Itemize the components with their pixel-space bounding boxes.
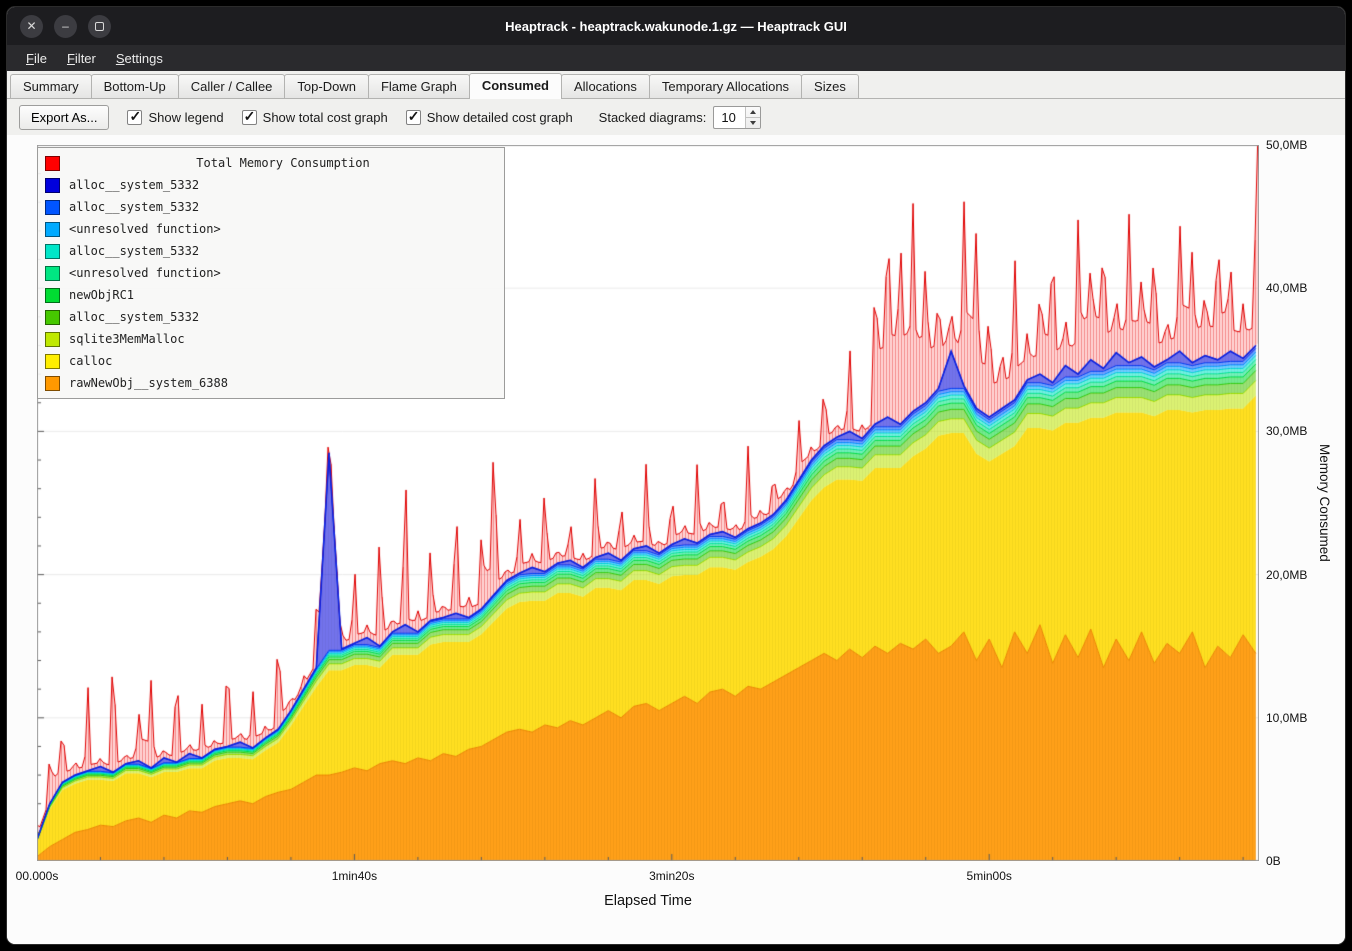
tab-flame-graph[interactable]: Flame Graph: [368, 74, 470, 98]
spinner-down-button[interactable]: [746, 117, 760, 128]
tab-top-down[interactable]: Top-Down: [284, 74, 369, 98]
legend-row: rawNewObj__system_6388: [45, 372, 497, 394]
tab-bar: SummaryBottom-UpCaller / CalleeTop-DownF…: [7, 71, 1345, 99]
y-tick-label: 50,0MB: [1266, 138, 1307, 152]
tab-bottom-up[interactable]: Bottom-Up: [91, 74, 179, 98]
tab-summary[interactable]: Summary: [10, 74, 92, 98]
checkbox-label: Show legend: [148, 110, 223, 125]
legend-label: <unresolved function>: [69, 266, 221, 280]
y-tick-label: 20,0MB: [1266, 568, 1307, 582]
legend-swatch: [45, 310, 60, 325]
y-tick-label: 40,0MB: [1266, 281, 1307, 295]
checkbox-label: Show detailed cost graph: [427, 110, 573, 125]
legend-swatch: [45, 266, 60, 281]
x-tick-label: 3min20s: [649, 869, 694, 883]
checkbox-box[interactable]: [127, 110, 142, 125]
legend-row: calloc: [45, 350, 497, 372]
chart-legend: Total Memory Consumption alloc__system_53…: [37, 147, 505, 399]
checkbox-box[interactable]: [242, 110, 257, 125]
legend-swatch: [45, 156, 60, 171]
legend-swatch: [45, 354, 60, 369]
legend-row: <unresolved function>: [45, 262, 497, 284]
y-tick-label: 10,0MB: [1266, 711, 1307, 725]
legend-swatch: [45, 178, 60, 193]
legend-row: alloc__system_5332: [45, 174, 497, 196]
close-button[interactable]: ✕: [20, 15, 43, 38]
checkbox-show-total-cost-graph[interactable]: Show total cost graph: [242, 110, 388, 125]
y-axis-title: Memory Consumed: [1317, 145, 1332, 861]
menu-file[interactable]: File: [17, 48, 56, 69]
legend-row: alloc__system_5332: [45, 240, 497, 262]
toolbar: Export As... Show legend Show total cost …: [7, 99, 1345, 135]
titlebar[interactable]: ✕– Heaptrack - heaptrack.wakunode.1.gz —…: [7, 7, 1345, 45]
spinner-arrows: [745, 107, 760, 128]
checkbox-group: Show legend Show total cost graph Show det…: [127, 110, 572, 125]
legend-label: sqlite3MemMalloc: [69, 332, 185, 346]
checkbox-show-detailed-cost-graph[interactable]: Show detailed cost graph: [406, 110, 573, 125]
window-title: Heaptrack - heaptrack.wakunode.1.gz — He…: [7, 19, 1345, 34]
tab-temporary-allocations[interactable]: Temporary Allocations: [649, 74, 802, 98]
legend-swatch: [45, 332, 60, 347]
minimize-button[interactable]: –: [54, 15, 77, 38]
legend-row: newObjRC1: [45, 284, 497, 306]
stacked-diagrams-label: Stacked diagrams:: [599, 110, 707, 125]
legend-label: rawNewObj__system_6388: [69, 376, 228, 390]
tab-allocations[interactable]: Allocations: [561, 74, 650, 98]
menu-settings[interactable]: Settings: [107, 48, 172, 69]
y-tick-label: 30,0MB: [1266, 424, 1307, 438]
legend-label: newObjRC1: [69, 288, 134, 302]
legend-title: Total Memory Consumption: [69, 156, 497, 170]
legend-row: <unresolved function>: [45, 218, 497, 240]
chart-area: Total Memory Consumption alloc__system_53…: [7, 135, 1345, 944]
legend-label: alloc__system_5332: [69, 178, 199, 192]
legend-label: calloc: [69, 354, 112, 368]
minimize-icon: –: [62, 19, 69, 33]
legend-swatch: [45, 200, 60, 215]
stacked-diagrams-group: Stacked diagrams: 10: [599, 106, 762, 129]
stacked-diagrams-spinner[interactable]: 10: [713, 106, 761, 129]
menu-filter[interactable]: Filter: [58, 48, 105, 69]
legend-swatch: [45, 376, 60, 391]
tab-consumed[interactable]: Consumed: [469, 73, 562, 99]
legend-swatch: [45, 244, 60, 259]
menubar: File Filter Settings: [7, 45, 1345, 71]
legend-title-row: Total Memory Consumption: [45, 152, 497, 174]
heaptrack-window: ✕– Heaptrack - heaptrack.wakunode.1.gz —…: [6, 6, 1346, 945]
maximize-button[interactable]: [88, 15, 111, 38]
stacked-diagrams-value[interactable]: 10: [714, 107, 745, 128]
x-tick-label: 00.000s: [16, 869, 59, 883]
x-axis-title: Elapsed Time: [37, 893, 1259, 909]
chevron-up-icon: [750, 110, 756, 114]
legend-label: alloc__system_5332: [69, 200, 199, 214]
legend-label: <unresolved function>: [69, 222, 221, 236]
checkbox-label: Show total cost graph: [263, 110, 388, 125]
tab-caller-callee[interactable]: Caller / Callee: [178, 74, 286, 98]
maximize-icon: [95, 22, 104, 31]
legend-swatch: [45, 222, 60, 237]
legend-swatch: [45, 288, 60, 303]
spinner-up-button[interactable]: [746, 107, 760, 117]
chevron-down-icon: [750, 121, 756, 125]
checkbox-box[interactable]: [406, 110, 421, 125]
x-tick-label: 1min40s: [332, 869, 377, 883]
checkbox-show-legend[interactable]: Show legend: [127, 110, 223, 125]
x-tick-label: 5min00s: [967, 869, 1012, 883]
legend-row: alloc__system_5332: [45, 306, 497, 328]
legend-label: alloc__system_5332: [69, 244, 199, 258]
legend-row: sqlite3MemMalloc: [45, 328, 497, 350]
export-as-button[interactable]: Export As...: [19, 105, 109, 130]
tab-sizes[interactable]: Sizes: [801, 74, 859, 98]
y-tick-label: 0B: [1266, 854, 1281, 868]
close-icon: ✕: [26, 19, 36, 33]
legend-label: alloc__system_5332: [69, 310, 199, 324]
legend-row: alloc__system_5332: [45, 196, 497, 218]
window-controls: ✕–: [20, 15, 111, 38]
